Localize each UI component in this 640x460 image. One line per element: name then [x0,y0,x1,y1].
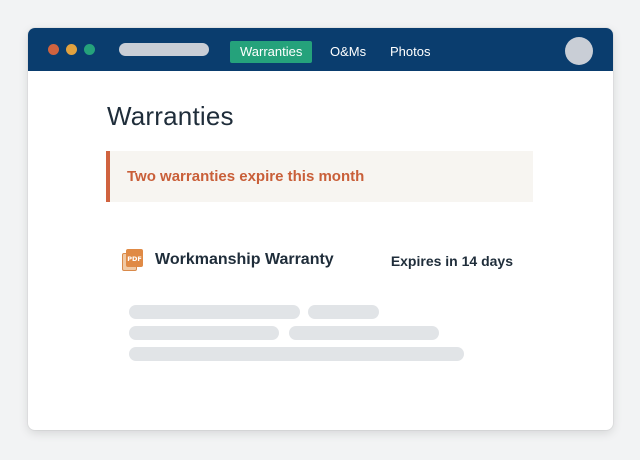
maximize-window-button[interactable] [84,44,95,55]
alert-message: Two warranties expire this month [127,168,365,185]
pdf-icon-label: PDF [127,255,142,263]
placeholder-line [129,347,464,361]
warranty-card[interactable]: PDF Workmanship Warranty Expires in 14 d… [108,228,532,388]
user-avatar[interactable] [565,37,593,65]
address-bar[interactable] [119,43,209,56]
warranty-title[interactable]: Workmanship Warranty [155,251,334,269]
placeholder-line [129,326,279,340]
expiry-alert-banner: Two warranties expire this month [106,151,533,202]
placeholder-line [289,326,439,340]
expiry-label: Expires in 14 days [390,253,513,269]
placeholder-line [129,305,300,319]
placeholder-line [308,305,379,319]
tab-warranties[interactable]: Warranties [230,41,313,63]
app-window: Warranties O&Ms Photos Warranties Two wa… [28,28,613,430]
close-window-button[interactable] [48,44,59,55]
title-bar: Warranties O&Ms Photos [28,28,613,71]
page-title: Warranties [107,101,234,131]
tab-oms[interactable]: O&Ms [320,41,376,63]
pdf-file-icon: PDF [122,249,144,271]
minimize-window-button[interactable] [66,44,77,55]
tab-photos[interactable]: Photos [380,41,440,63]
